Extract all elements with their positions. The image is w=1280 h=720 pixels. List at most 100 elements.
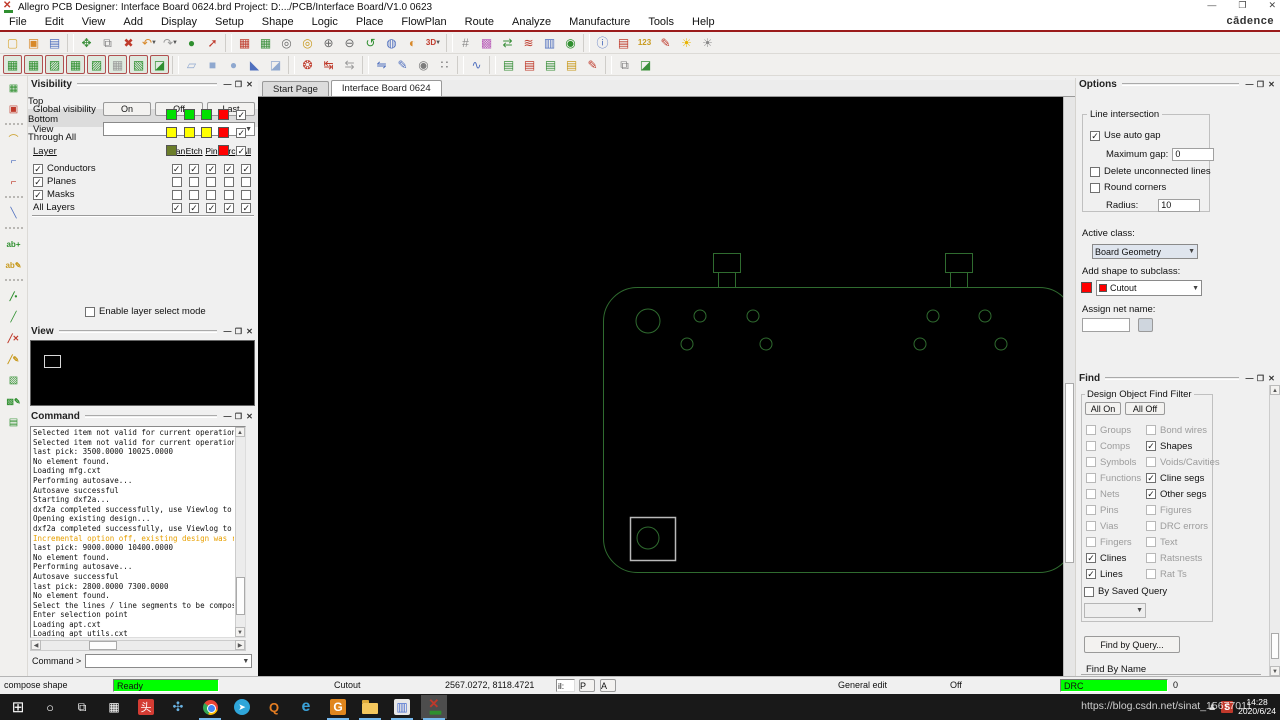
color-dialog-icon[interactable]: ▩ xyxy=(477,33,496,52)
tab-interface-board[interactable]: Interface Board 0624 xyxy=(331,80,442,96)
menu-view[interactable]: View xyxy=(73,14,115,30)
menu-help[interactable]: Help xyxy=(683,14,724,30)
fillet-icon[interactable]: ⌒ xyxy=(4,131,23,150)
subclass-select[interactable]: Cutout▼ xyxy=(1096,280,1202,296)
taskbar-pcb-viewer-icon[interactable]: ▥ xyxy=(389,695,415,719)
checkbox[interactable]: ✓ xyxy=(189,203,199,213)
layout-mode-5-icon[interactable]: ▨ xyxy=(87,55,106,74)
checkbox[interactable]: ✓ xyxy=(224,164,234,174)
visibility-on-button[interactable]: On xyxy=(103,102,151,116)
day-mode-icon[interactable]: ☀ xyxy=(677,33,696,52)
add-text-icon[interactable]: ab+ xyxy=(4,235,23,254)
spacing-horizontal-icon[interactable]: ↹ xyxy=(319,55,338,74)
layout-mode-6-icon[interactable]: ▦ xyxy=(108,55,127,74)
by-saved-query-checkbox[interactable] xyxy=(1084,587,1094,597)
edit-text-icon[interactable]: ab✎ xyxy=(4,256,23,275)
checkbox[interactable]: ✓ xyxy=(206,164,216,174)
panel-minimize-icon[interactable]: — xyxy=(1244,80,1255,89)
layer-color-swatch[interactable] xyxy=(166,127,177,138)
checkbox[interactable] xyxy=(1146,553,1156,563)
checkbox[interactable] xyxy=(1086,489,1096,499)
checkbox[interactable] xyxy=(1146,537,1156,547)
report-summary-icon[interactable]: ▤ xyxy=(562,55,581,74)
pad-flash-icon[interactable]: ❂ xyxy=(298,55,317,74)
panel-close-icon[interactable]: ✕ xyxy=(244,80,255,89)
taskbar-edge-icon[interactable]: e xyxy=(293,695,319,719)
console-horizontal-scrollbar[interactable]: ◀ ▶ xyxy=(30,640,246,651)
taskbar-start-icon[interactable]: ⊞ xyxy=(5,695,31,719)
measure-icon[interactable]: 123 xyxy=(635,33,654,52)
checkbox[interactable]: ✓ xyxy=(1086,569,1096,579)
menu-analyze[interactable]: Analyze xyxy=(503,14,560,30)
checkbox[interactable]: ✓ xyxy=(1146,473,1156,483)
menu-edit[interactable]: Edit xyxy=(36,14,73,30)
taskbar-file-explorer-icon[interactable] xyxy=(357,695,383,719)
checkbox[interactable] xyxy=(241,177,251,187)
dimension-icon[interactable]: ∷ xyxy=(435,55,454,74)
checkbox[interactable] xyxy=(1086,473,1096,483)
taskbar-calculator-icon[interactable]: ▦ xyxy=(101,695,127,719)
checkbox[interactable]: ✓ xyxy=(33,177,43,187)
checkbox[interactable]: ✓ xyxy=(1086,553,1096,563)
panel-float-icon[interactable]: ❐ xyxy=(233,327,244,336)
checkbox[interactable]: ✓ xyxy=(206,203,216,213)
route-elbow-icon[interactable]: ⌐ xyxy=(4,173,23,192)
swap-layers-icon[interactable]: ⇄ xyxy=(498,33,517,52)
pad-edit-icon[interactable]: ▣ xyxy=(4,100,23,119)
panel-close-icon[interactable]: ✕ xyxy=(1266,80,1277,89)
delete-icon[interactable]: ✖ xyxy=(119,33,138,52)
zoom-fit-icon[interactable]: ◎ xyxy=(298,33,317,52)
layout-mode-2-icon[interactable]: ▦ xyxy=(24,55,43,74)
maximum-gap-input[interactable]: 0 xyxy=(1172,148,1214,161)
shape-circular-icon[interactable]: ● xyxy=(224,55,243,74)
status-a-button[interactable]: A xyxy=(600,679,616,692)
close-button[interactable]: ✕ xyxy=(1268,0,1276,11)
menu-add[interactable]: Add xyxy=(114,14,152,30)
highlight-icon[interactable]: ✎ xyxy=(656,33,675,52)
minimize-button[interactable]: — xyxy=(1207,0,1216,11)
status-p-button[interactable]: P xyxy=(579,679,595,692)
undo-icon[interactable]: ↶▼ xyxy=(140,33,159,52)
show-element-icon[interactable]: ⓘ xyxy=(593,33,612,52)
open-drawing-icon[interactable]: ▣ xyxy=(24,33,43,52)
checkbox[interactable] xyxy=(1086,441,1096,451)
taskbar-chrome-icon[interactable] xyxy=(197,695,223,719)
signal-waveform-icon[interactable]: ∿ xyxy=(467,55,486,74)
checkbox[interactable]: ✓ xyxy=(236,146,246,156)
console-vertical-scrollbar[interactable]: ▲ ▼ xyxy=(235,427,245,637)
new-drawing-icon[interactable]: ▢ xyxy=(3,33,22,52)
enable-layer-select-checkbox[interactable] xyxy=(85,307,95,317)
layer-color-swatch[interactable] xyxy=(184,109,195,120)
layout-mode-8-icon[interactable]: ◪ xyxy=(150,55,169,74)
slide-add-icon[interactable]: ╱• xyxy=(4,287,23,306)
zoom-window-icon[interactable]: ▦ xyxy=(235,33,254,52)
zoom-in-icon[interactable]: ⊕ xyxy=(319,33,338,52)
tab-start-page[interactable]: Start Page xyxy=(262,81,329,96)
panel-float-icon[interactable]: ❐ xyxy=(233,412,244,421)
radius-input[interactable]: 10 xyxy=(1158,199,1200,212)
layer-color-swatch[interactable] xyxy=(218,127,229,138)
checkbox[interactable] xyxy=(224,190,234,200)
checkbox[interactable] xyxy=(206,190,216,200)
panel-close-icon[interactable]: ✕ xyxy=(244,327,255,336)
grid-toggle-icon[interactable]: # xyxy=(456,33,475,52)
shape-polygon-icon[interactable]: ▱ xyxy=(182,55,201,74)
taskbar-fan-utility-icon[interactable]: ✣ xyxy=(165,695,191,719)
shape-void-icon[interactable]: ◪ xyxy=(266,55,285,74)
panel-minimize-icon[interactable]: — xyxy=(222,327,233,336)
taskbar-telegram-icon[interactable]: ➤ xyxy=(229,695,255,719)
checkbox[interactable]: ✓ xyxy=(241,164,251,174)
checkbox[interactable] xyxy=(1146,457,1156,467)
menu-setup[interactable]: Setup xyxy=(206,14,253,30)
export-geometry-icon[interactable]: ◪ xyxy=(636,55,655,74)
view-3d-icon[interactable]: 3D▼ xyxy=(424,33,443,52)
pan-icon[interactable]: ● xyxy=(182,33,201,52)
zoom-out-icon[interactable]: ⊖ xyxy=(340,33,359,52)
checkbox[interactable] xyxy=(189,177,199,187)
panel-float-icon[interactable]: ❐ xyxy=(233,80,244,89)
redraw-icon[interactable]: ▦ xyxy=(256,33,275,52)
net-name-input[interactable] xyxy=(1082,318,1130,332)
active-class-select[interactable]: Board Geometry▼ xyxy=(1092,244,1198,259)
zoom-points-icon[interactable]: ◎ xyxy=(277,33,296,52)
checkbox[interactable] xyxy=(1086,537,1096,547)
